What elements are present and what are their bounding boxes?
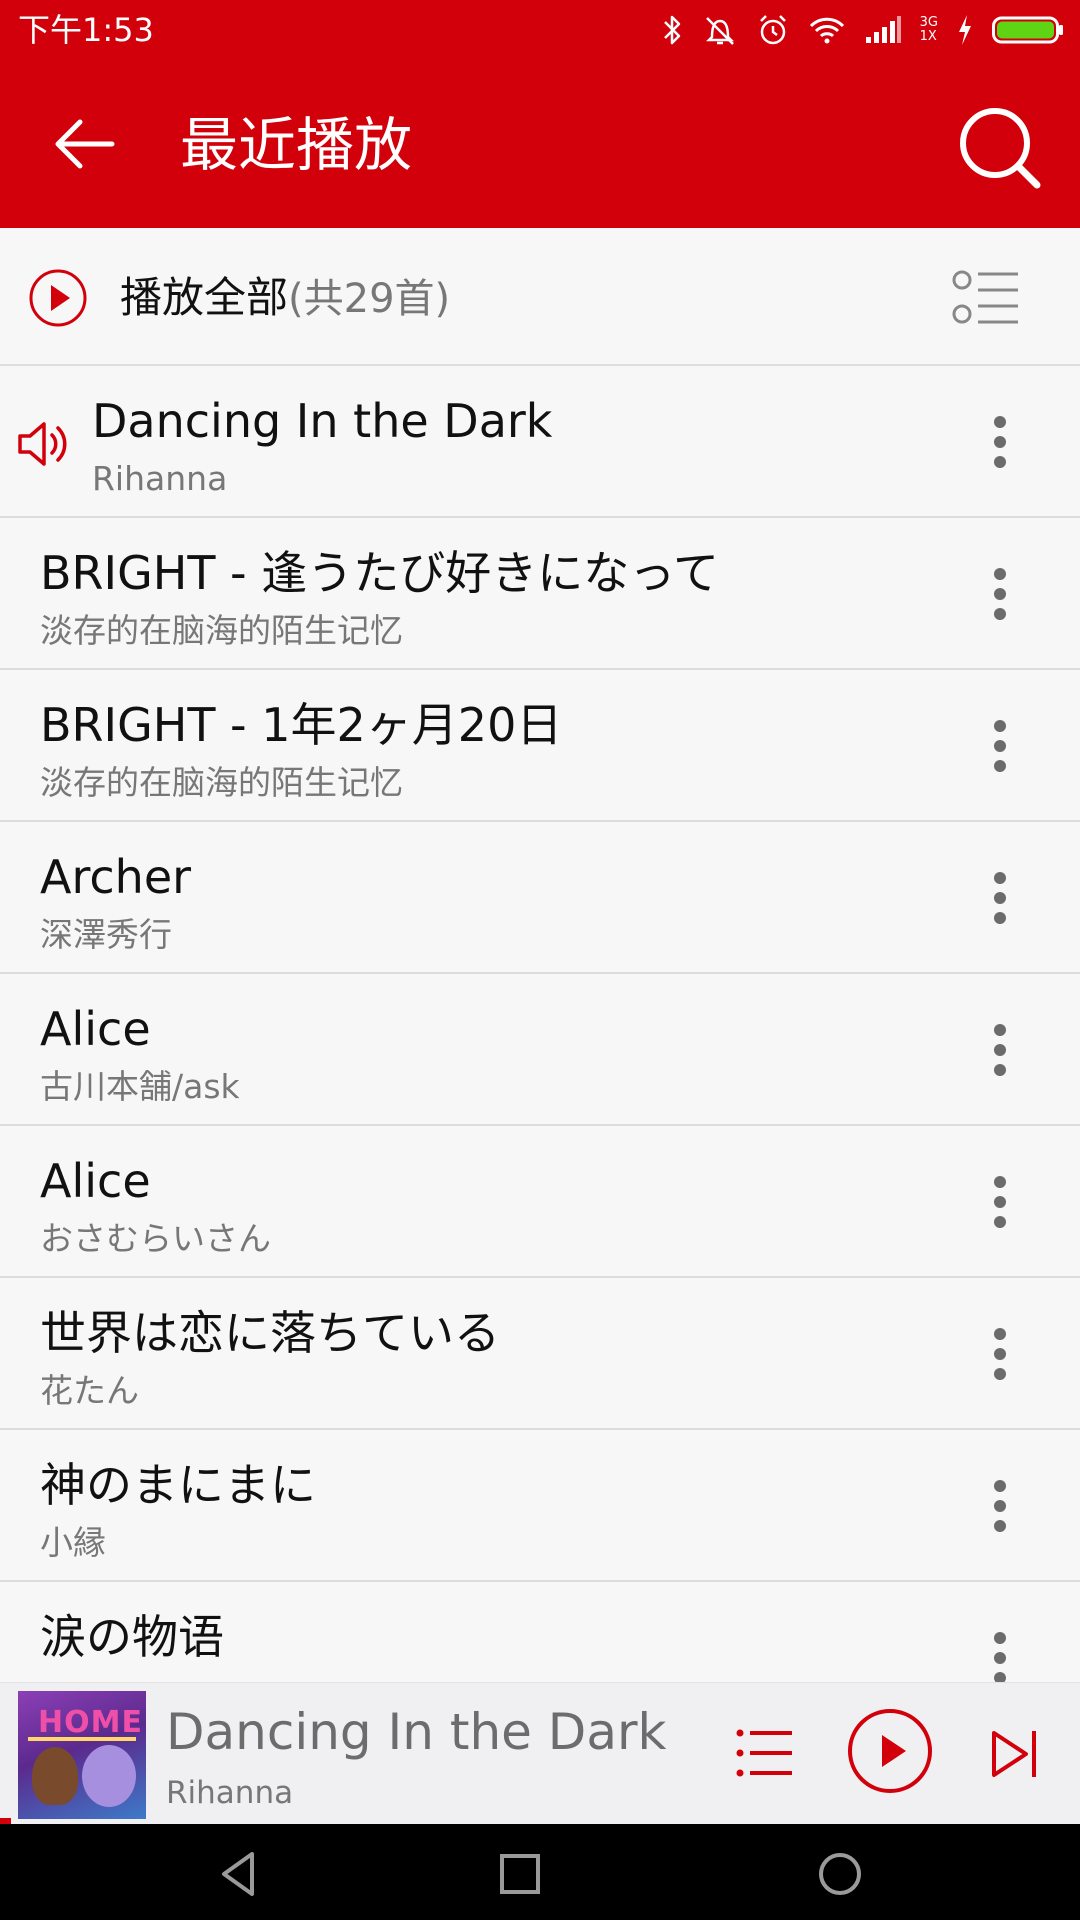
song-title: 世界は恋に落ちている xyxy=(40,1306,500,1360)
status-time: 下午1:53 xyxy=(18,11,154,49)
play-all-row[interactable]: 播放全部(共29首) xyxy=(0,228,1080,366)
more-options-icon[interactable] xyxy=(976,1018,1024,1082)
queue-list-icon[interactable] xyxy=(736,1727,794,1779)
list-select-icon[interactable] xyxy=(952,268,1020,328)
battery-icon xyxy=(992,16,1063,44)
more-options-icon[interactable] xyxy=(976,562,1024,626)
song-title: Dancing In the Dark xyxy=(92,394,553,448)
charging-icon xyxy=(959,15,971,45)
status-bar: 下午1:53 3G 1X xyxy=(0,0,1080,60)
song-artist: Rihanna xyxy=(92,459,228,498)
song-artist: 花たん xyxy=(40,1371,139,1410)
song-row[interactable]: Dancing In the Dark Rihanna xyxy=(0,366,1080,518)
song-row[interactable]: 神のまにまに 小縁 xyxy=(0,1430,1080,1582)
more-options-icon[interactable] xyxy=(976,1474,1024,1538)
album-art[interactable]: HOME xyxy=(18,1691,146,1819)
search-icon xyxy=(960,108,1041,189)
now-playing-artist: Rihanna xyxy=(166,1775,294,1811)
song-artist: 淡存的在脑海的陌生记忆 xyxy=(40,611,403,650)
page-title: 最近播放 xyxy=(180,111,413,179)
song-row[interactable]: Alice おさむらいさん xyxy=(0,1126,1080,1278)
song-title: BRIGHT - 1年2ヶ月20日 xyxy=(40,698,563,752)
song-title: 神のまにまに xyxy=(40,1458,316,1512)
song-row[interactable]: BRIGHT - 逢うたび好きになって淡存的在脑海的陌生记忆 xyxy=(0,518,1080,670)
wifi-icon xyxy=(809,17,844,44)
more-options-icon[interactable] xyxy=(976,410,1024,474)
play-circle-icon xyxy=(29,269,87,327)
nav-home-icon[interactable] xyxy=(814,1848,866,1900)
song-row[interactable]: Archer 深澤秀行 xyxy=(0,822,1080,974)
alarm-icon xyxy=(759,15,786,45)
song-artist: 深澤秀行 xyxy=(40,915,172,954)
back-button[interactable] xyxy=(40,104,128,184)
bluetooth-icon xyxy=(663,15,680,45)
more-options-icon[interactable] xyxy=(976,1322,1024,1386)
song-row[interactable]: Alice 古川本舗/ask xyxy=(0,974,1080,1126)
play-icon[interactable] xyxy=(846,1707,934,1795)
song-title: 涙の物语 xyxy=(40,1610,224,1664)
search-button[interactable] xyxy=(950,98,1050,198)
speaker-icon xyxy=(18,422,67,466)
more-options-icon[interactable] xyxy=(976,1170,1024,1234)
play-all-text: 播放全部 xyxy=(120,273,289,322)
network-type: 3G 1X xyxy=(919,15,938,44)
song-row[interactable]: BRIGHT - 1年2ヶ月20日淡存的在脑海的陌生记忆 xyxy=(0,670,1080,822)
status-icons: 3G 1X xyxy=(662,12,1064,48)
song-row[interactable]: 世界は恋に落ちている花たん xyxy=(0,1278,1080,1430)
song-row[interactable]: 涙の物语 xyxy=(0,1582,1080,1682)
song-title: Alice xyxy=(40,1154,151,1208)
song-count: (共29首) xyxy=(288,276,451,322)
more-options-icon[interactable] xyxy=(976,1626,1024,1682)
song-artist: 淡存的在脑海的陌生记忆 xyxy=(40,763,403,802)
vibrate-off-icon xyxy=(705,17,734,45)
song-list: Dancing In the Dark Rihanna BRIGHT - 逢うたび好… xyxy=(0,366,1080,1682)
system-nav-bar xyxy=(0,1824,1080,1920)
nav-back-icon[interactable] xyxy=(214,1848,266,1900)
song-title: BRIGHT - 逢うたび好きになって xyxy=(40,546,719,600)
album-art-logo: HOME xyxy=(38,1705,143,1740)
song-artist: おさむらいさん xyxy=(40,1219,271,1258)
song-artist: 小縁 xyxy=(40,1523,106,1562)
song-title: Archer xyxy=(40,850,192,904)
app-bar: 最近播放 xyxy=(0,60,1080,228)
song-title: Alice xyxy=(40,1002,151,1056)
more-options-icon[interactable] xyxy=(976,866,1024,930)
skip-next-icon[interactable] xyxy=(990,1727,1040,1781)
signal-icon xyxy=(865,16,901,43)
more-options-icon[interactable] xyxy=(976,714,1024,778)
play-all-label: 播放全部(共29首) xyxy=(120,270,450,327)
now-playing-title: Dancing In the Dark xyxy=(166,1703,667,1761)
mini-player[interactable]: HOME Dancing In the Dark Rihanna xyxy=(0,1682,1080,1824)
song-artist: 古川本舗/ask xyxy=(40,1067,240,1106)
arrow-left-icon xyxy=(55,119,115,169)
nav-recents-icon[interactable] xyxy=(494,1848,546,1900)
